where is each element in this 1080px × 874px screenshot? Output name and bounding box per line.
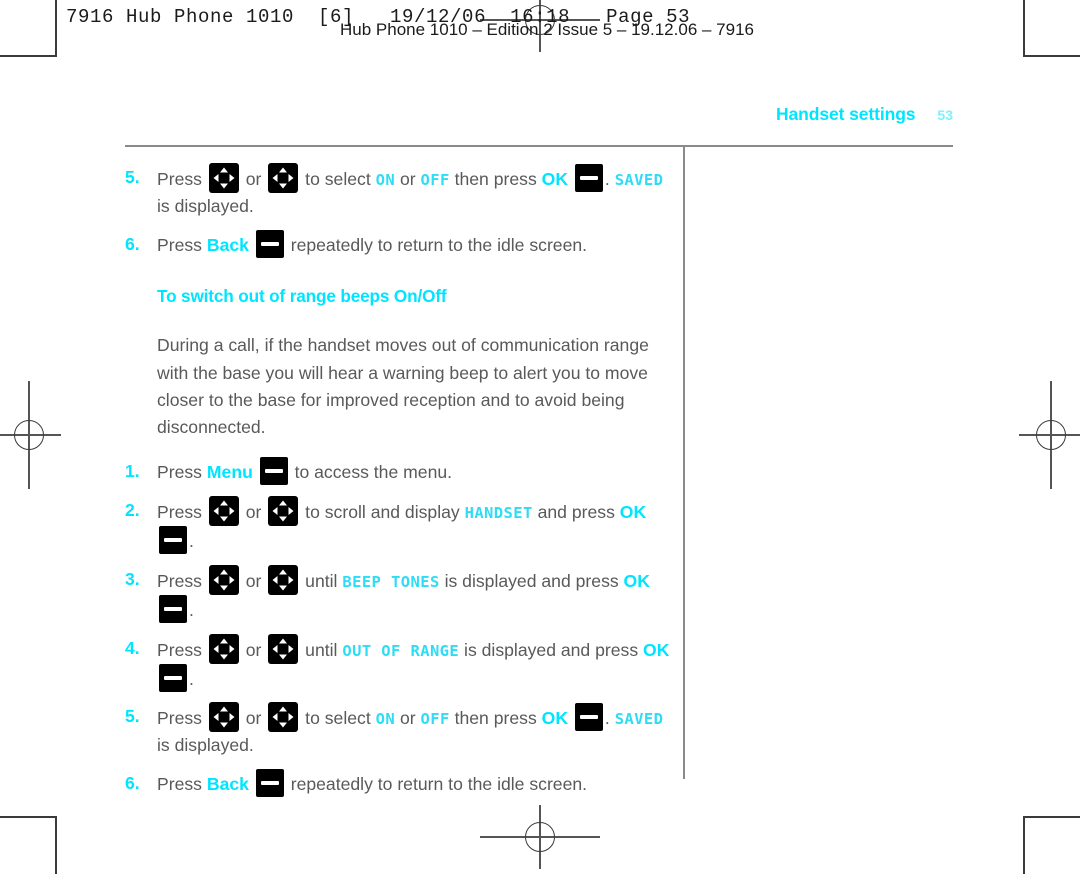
- soft-key-icon: [574, 164, 603, 192]
- lcd-display-text: SAVED: [614, 710, 664, 729]
- navigation-key-icon: [268, 496, 299, 527]
- instruction-step: 2. Press or to scroll and display HANDSET…: [125, 496, 670, 555]
- soft-key-icon: [574, 703, 603, 732]
- registration-circle: [1036, 420, 1066, 450]
- key-label: OK: [619, 502, 647, 523]
- crop-mark-bottom-left: [0, 816, 57, 874]
- section-heading: To switch out of range beeps On/Off: [157, 286, 447, 307]
- step-text: Press or to select ON or OFF then press …: [157, 702, 670, 759]
- crop-mark-bottom-right: [1023, 816, 1080, 874]
- lcd-display-text: HANDSET: [464, 504, 533, 523]
- step-number: 6.: [125, 773, 140, 793]
- steps-list: 1. Press Menu to access the menu. 2. Press …: [125, 457, 670, 797]
- registration-mark-bottom: [480, 805, 600, 869]
- lcd-display-text: BEEP TONES: [342, 572, 440, 591]
- column-rule-vertical: [683, 147, 685, 779]
- soft-key-icon: [159, 594, 187, 623]
- instruction-step: 6. Press Back repeatedly to return to the…: [125, 229, 670, 259]
- step-text: Press Menu to access the menu.: [157, 457, 670, 486]
- step-number: 3.: [125, 568, 140, 589]
- navigation-key-icon: [208, 496, 239, 527]
- step-number: 6.: [125, 233, 140, 254]
- crop-mark-top-right: [1023, 0, 1080, 57]
- registration-circle: [14, 420, 44, 450]
- crop-mark-top-left: [0, 0, 57, 57]
- step-text: Press or to scroll and display HANDSET a…: [157, 496, 670, 555]
- navigation-key-icon: [268, 163, 299, 193]
- instruction-step: 6. Press Back repeatedly to return to the…: [125, 769, 670, 798]
- section-paragraph: During a call, if the handset moves out …: [157, 335, 649, 438]
- content-column: 5. Press or to select ON or OFF then pres…: [125, 163, 670, 808]
- top-steps-list: 5. Press or to select ON or OFF then pres…: [125, 163, 670, 258]
- key-label: OK: [541, 708, 569, 729]
- key-label: OK: [623, 570, 650, 591]
- registration-mark-left: [0, 381, 61, 489]
- key-label: Back: [206, 234, 249, 255]
- instruction-step: 5. Press or to select ON or OFF then pres…: [125, 163, 670, 220]
- lcd-display-text: ON: [375, 171, 396, 189]
- navigation-key-icon: [208, 633, 239, 664]
- header-rule-horizontal: [125, 145, 953, 147]
- step-text: Press Back repeatedly to return to the i…: [157, 769, 670, 798]
- lcd-display-text: OFF: [420, 171, 450, 189]
- step-text: Press or until BEEP TONES is displayed a…: [157, 564, 670, 624]
- running-head: Handset settings 53: [776, 104, 953, 125]
- step-number: 5.: [125, 167, 140, 187]
- step-text: Press or to select ON or OFF then press …: [157, 163, 670, 220]
- navigation-key-icon: [268, 564, 299, 595]
- lcd-display-text: SAVED: [614, 171, 664, 189]
- soft-key-icon: [159, 663, 187, 692]
- navigation-key-icon: [208, 163, 239, 193]
- running-head-title: Handset settings: [776, 104, 916, 124]
- step-number: 5.: [125, 706, 140, 727]
- soft-key-icon: [259, 457, 288, 486]
- navigation-key-icon: [268, 702, 299, 733]
- step-text: Press Back repeatedly to return to the i…: [157, 229, 670, 259]
- navigation-key-icon: [268, 633, 299, 664]
- step-text: Press or until OUT OF RANGE is displayed…: [157, 633, 670, 693]
- registration-mark-right: [1019, 381, 1080, 489]
- page-number: 53: [937, 107, 953, 123]
- step-number: 1.: [125, 461, 140, 482]
- step-number: 4.: [125, 637, 140, 658]
- navigation-key-icon: [208, 702, 239, 733]
- navigation-key-icon: [208, 564, 239, 595]
- step-number: 2.: [125, 500, 140, 521]
- lcd-display-text: OFF: [420, 710, 450, 729]
- registration-circle: [525, 822, 555, 852]
- lcd-display-text: ON: [375, 710, 396, 729]
- instruction-step: 4. Press or until OUT OF RANGE is display…: [125, 633, 670, 693]
- instruction-step: 5. Press or to select ON or OFF then pres…: [125, 702, 670, 759]
- soft-key-icon: [159, 526, 187, 555]
- soft-key-icon: [255, 229, 284, 258]
- key-label: Back: [206, 774, 249, 794]
- soft-key-icon: [255, 769, 284, 797]
- key-label: OK: [643, 639, 670, 660]
- key-label: Menu: [206, 462, 253, 483]
- key-label: OK: [541, 169, 569, 189]
- lcd-display-text: OUT OF RANGE: [342, 641, 460, 660]
- prepress-slug-edition: Hub Phone 1010 – Edition 2 Issue 5 – 19.…: [340, 20, 754, 37]
- instruction-step: 1. Press Menu to access the menu.: [125, 457, 670, 486]
- instruction-step: 3. Press or until BEEP TONES is displayed…: [125, 564, 670, 624]
